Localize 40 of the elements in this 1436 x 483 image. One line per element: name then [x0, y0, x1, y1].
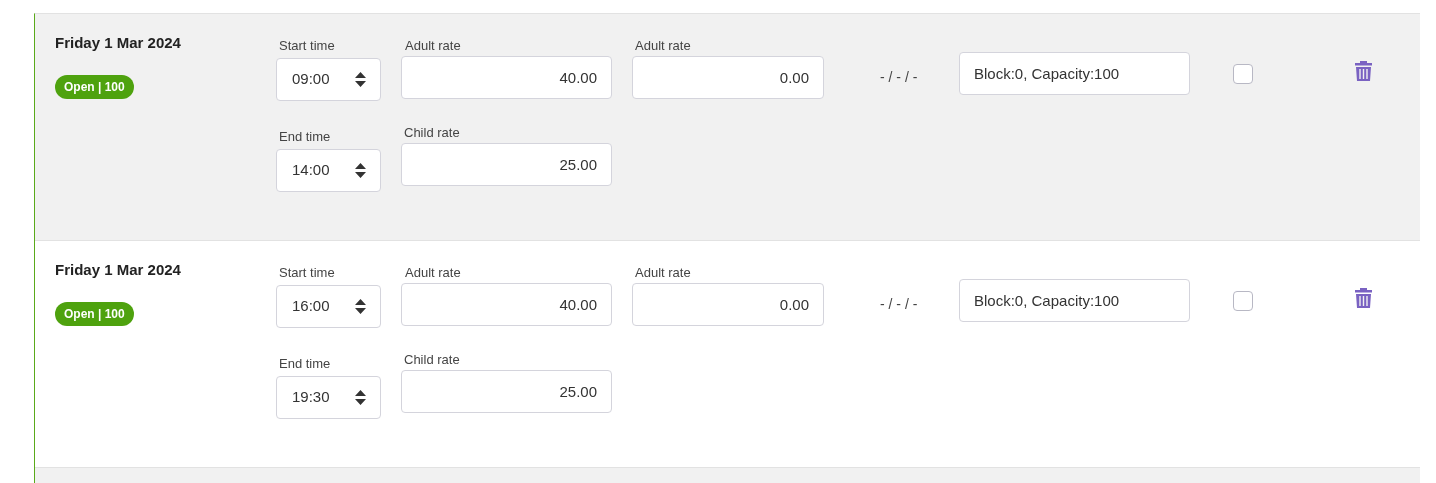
field-label: Adult rate	[404, 264, 462, 282]
sort-arrows-icon	[355, 299, 366, 314]
rate-field[interactable]: 0.00	[632, 283, 824, 326]
field-label: Child rate	[403, 351, 461, 369]
time-value: 19:30	[292, 387, 330, 408]
rate-field[interactable]: 25.00	[401, 370, 612, 413]
sort-arrows-icon	[355, 72, 366, 87]
trash-icon[interactable]	[1355, 288, 1372, 308]
time-value: 14:00	[292, 160, 330, 181]
rate-field[interactable]: 40.00	[401, 56, 612, 99]
time-select[interactable]: 09:00	[276, 58, 381, 101]
rate-field[interactable]: 25.00	[401, 143, 612, 186]
time-select[interactable]: 19:30	[276, 376, 381, 419]
time-value: 09:00	[292, 69, 330, 90]
time-select[interactable]: 14:00	[276, 149, 381, 192]
field-label: End time	[278, 128, 332, 146]
text-field[interactable]: Block:0, Capacity:100	[959, 52, 1190, 95]
status-badge: Open | 100	[55, 301, 134, 326]
trash-icon[interactable]	[1355, 61, 1372, 81]
checkbox[interactable]	[1233, 64, 1253, 84]
placeholder-dashes: - / - / -	[880, 296, 918, 312]
rate-field[interactable]: 0.00	[632, 56, 824, 99]
rate-field[interactable]: 40.00	[401, 283, 612, 326]
field-label: Start time	[278, 264, 336, 282]
time-value: 16:00	[292, 296, 330, 317]
text-field[interactable]: Block:0, Capacity:100	[959, 279, 1190, 322]
sort-arrows-icon	[355, 163, 366, 178]
date-heading: Friday 1 Mar 2024	[55, 260, 182, 280]
field-label: Start time	[278, 37, 336, 55]
field-label: Child rate	[403, 124, 461, 142]
field-label: Adult rate	[404, 37, 462, 55]
checkbox[interactable]	[1233, 291, 1253, 311]
field-label: End time	[278, 355, 332, 373]
sort-arrows-icon	[355, 390, 366, 405]
field-label: Adult rate	[634, 37, 692, 55]
time-select[interactable]: 16:00	[276, 285, 381, 328]
status-badge: Open | 100	[55, 74, 134, 99]
date-heading: Friday 1 Mar 2024	[55, 33, 182, 53]
placeholder-dashes: - / - / -	[880, 69, 918, 85]
field-label: Adult rate	[634, 264, 692, 282]
